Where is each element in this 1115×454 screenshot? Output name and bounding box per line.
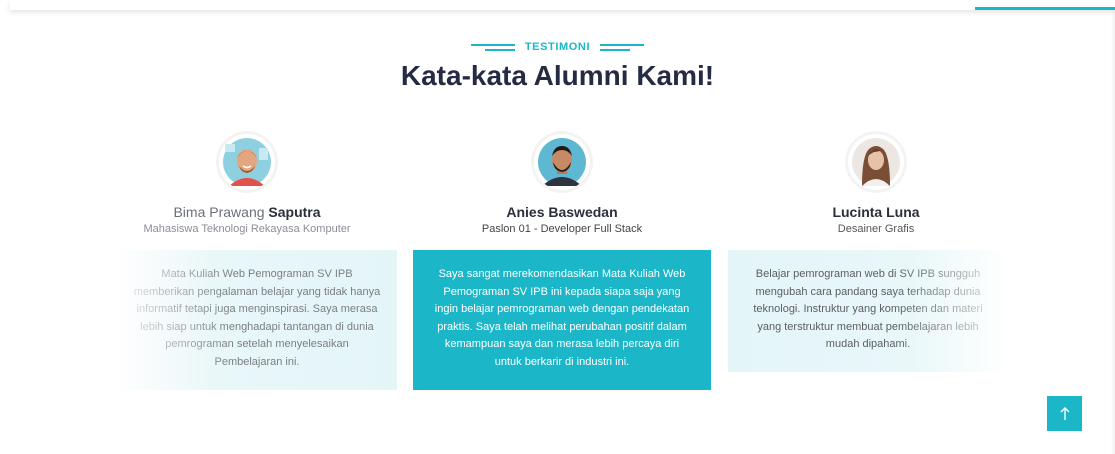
testimonial-name: Lucinta Luna <box>734 204 1018 220</box>
testimonial-name: Anies Baswedan <box>420 204 704 220</box>
label-decoration-right <box>600 43 645 51</box>
last-name: Saputra <box>268 204 321 220</box>
nav-active-indicator <box>975 7 1115 10</box>
section-label: TESTIMONI <box>0 41 1115 53</box>
testimonial-card: Belajar pemrograman web di SV IPB sunggu… <box>728 250 1008 372</box>
testimonial-card: Mata Kuliah Web Pemograman SV IPB member… <box>117 250 397 390</box>
avatar-lucinta-icon <box>852 138 900 186</box>
section-title: Kata-kata Alumni Kami! <box>400 60 715 91</box>
last-name: Baswedan <box>548 204 618 220</box>
testimonial-text: Mata Kuliah Web Pemograman SV IPB member… <box>133 268 381 368</box>
navbar-shadow <box>10 0 1115 10</box>
testimonial-text: Saya sangat merekomendasikan Mata Kuliah… <box>434 268 690 368</box>
avatar <box>534 134 590 190</box>
section-label-text: TESTIMONI <box>524 41 591 53</box>
first-name: Lucinta <box>832 204 883 220</box>
avatar-bima-icon <box>223 138 271 186</box>
avatar <box>848 134 904 190</box>
first-name: Bima Prawang <box>173 204 265 220</box>
scroll-to-top-button[interactable] <box>1047 396 1082 431</box>
testimonial-name: Bima Prawang Saputra <box>105 204 389 220</box>
testimonial-role: Desainer Grafis <box>837 223 915 235</box>
testimonial-text: Belajar pemrograman web di SV IPB sunggu… <box>753 268 983 350</box>
arrow-up-icon <box>1060 406 1069 420</box>
testimonial-role: Paslon 01 - Developer Full Stack <box>481 223 643 235</box>
avatar-anies-icon <box>538 138 586 186</box>
label-decoration-left <box>470 43 515 51</box>
first-name: Anies <box>506 204 545 220</box>
testimonial-card-active: Saya sangat merekomendasikan Mata Kuliah… <box>413 250 711 390</box>
last-name: Luna <box>886 204 920 220</box>
testimonial-role: Mahasiswa Teknologi Rekayasa Komputer <box>143 223 351 235</box>
avatar <box>219 134 275 190</box>
